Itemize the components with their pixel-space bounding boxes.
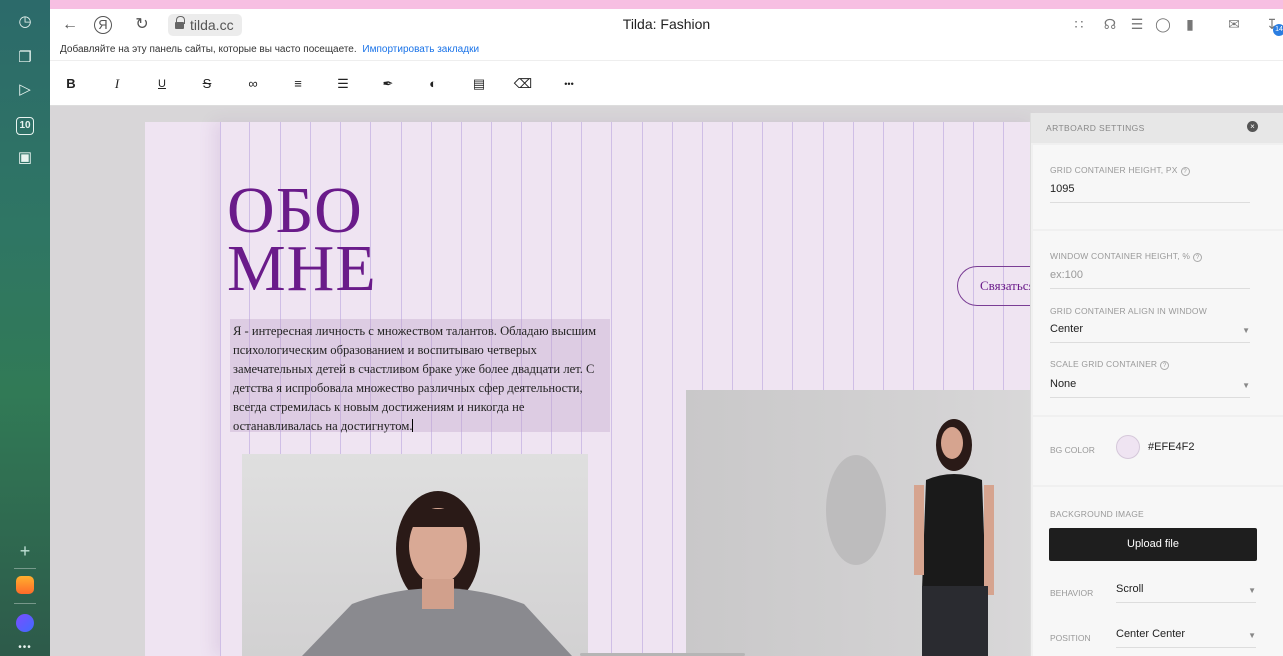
chevron-down-icon: ▼ <box>1242 381 1250 390</box>
mail-app-icon[interactable] <box>16 576 34 594</box>
reload-icon[interactable]: ↻ <box>132 15 152 35</box>
window-settings-section: WINDOW CONTAINER HEIGHT, %? ex:100 GRID … <box>1033 231 1283 415</box>
play-circle-icon[interactable]: ▷ <box>15 80 35 100</box>
bg-color-section: BG COLOR #EFE4F2 <box>1033 417 1283 485</box>
portrait-photo[interactable] <box>242 454 588 656</box>
bg-color-label: BG COLOR <box>1050 445 1095 455</box>
headphones-icon[interactable]: ☊ <box>1101 16 1119 33</box>
chevron-down-icon: ▼ <box>1248 586 1256 595</box>
bg-image-section: BACKGROUND IMAGE Upload file BEHAVIOR Sc… <box>1033 487 1283 656</box>
rail-divider <box>14 603 36 604</box>
position-select[interactable]: Center Center ▼ <box>1116 628 1256 648</box>
upload-file-button[interactable]: Upload file <box>1049 528 1257 561</box>
notifications-icon[interactable]: ✉ <box>1225 16 1243 33</box>
underline-button[interactable]: U <box>151 75 173 93</box>
lock-icon <box>175 16 185 30</box>
bg-color-value[interactable]: #EFE4F2 <box>1148 441 1194 453</box>
bg-image-label: BACKGROUND IMAGE <box>1050 509 1144 519</box>
address-bar[interactable]: tilda.cc <box>168 14 242 36</box>
grid-line <box>220 122 221 656</box>
close-icon[interactable]: × <box>1247 121 1258 132</box>
text-cursor <box>412 419 414 432</box>
link-icon[interactable]: ∞ <box>242 75 264 93</box>
downloads-badge: 14 <box>1273 24 1283 36</box>
grid-height-input[interactable]: 1095 <box>1050 183 1250 203</box>
bookmark-icon[interactable]: ▮ <box>1181 16 1199 33</box>
extensions-icon[interactable]: ∷ <box>1070 16 1088 33</box>
more-dots-icon[interactable]: ••• <box>15 638 35 656</box>
window-frame-top <box>0 0 1283 9</box>
strikethrough-button[interactable]: S <box>196 75 218 93</box>
artboard-settings-panel: ARTBOARD SETTINGS × GRID CONTAINER HEIGH… <box>1030 113 1283 656</box>
help-icon: ? <box>1193 253 1203 262</box>
browser-side-rail: ◷ ❐ ▷ 10 ▣ + ••• <box>0 0 50 656</box>
collections-icon[interactable]: ❐ <box>15 48 35 68</box>
reader-mode-icon[interactable]: ☰ <box>1128 16 1146 33</box>
clear-format-icon[interactable]: ⌫ <box>512 75 534 93</box>
typography-icon[interactable]: ◐ <box>422 75 444 93</box>
yandex-logo-icon[interactable]: Я <box>94 16 112 34</box>
full-length-photo[interactable] <box>686 390 1035 656</box>
artboard[interactable]: ОБО МНЕ Я - интересная личность с множес… <box>145 122 1087 656</box>
tab-counter-icon[interactable]: 10 <box>16 117 34 135</box>
rail-divider <box>14 568 36 569</box>
more-options-button[interactable]: ••• <box>558 75 580 93</box>
grid-line <box>642 122 643 656</box>
behavior-select[interactable]: Scroll ▼ <box>1116 583 1256 603</box>
text-format-toolbar: B I U S ∞ ≡ ☰ ✒ ◐ ▤ ⌫ ••• <box>50 62 1283 106</box>
editor-workspace: ОБО МНЕ Я - интересная личность с множес… <box>50 106 1283 656</box>
window-height-input[interactable]: ex:100 <box>1050 269 1250 289</box>
color-picker-icon[interactable]: ✒ <box>377 75 399 93</box>
help-icon: ? <box>1160 361 1170 370</box>
back-arrow-icon[interactable]: ← <box>60 15 80 35</box>
align-select[interactable]: Center ▼ <box>1050 323 1250 343</box>
panel-title: ARTBOARD SETTINGS <box>1046 123 1145 133</box>
scale-select[interactable]: None ▼ <box>1050 378 1250 398</box>
url-text: tilda.cc <box>190 17 234 33</box>
browser-window: ← Я ↻ tilda.cc Tilda: Fashion ∷ ☊ ☰ ◯ ▮ … <box>50 9 1283 656</box>
help-icon: ? <box>1180 167 1190 176</box>
chevron-down-icon: ▼ <box>1242 326 1250 335</box>
window-height-label: WINDOW CONTAINER HEIGHT, %? <box>1050 251 1203 262</box>
screenshot-icon[interactable]: ▣ <box>15 148 35 168</box>
heading-line-2: МНЕ <box>227 232 377 305</box>
bookmarks-bar: Добавляйте на эту панель сайты, которые … <box>50 41 1283 61</box>
browser-topbar: ← Я ↻ tilda.cc Tilda: Fashion ∷ ☊ ☰ ◯ ▮ … <box>50 9 1283 41</box>
bookmarks-prompt: Добавляйте на эту панель сайты, которые … <box>60 44 357 55</box>
chat-icon[interactable]: ◯ <box>1154 16 1172 33</box>
chevron-down-icon: ▼ <box>1248 631 1256 640</box>
align-label: GRID CONTAINER ALIGN IN WINDOW <box>1050 306 1207 316</box>
position-label: POSITION <box>1050 633 1091 643</box>
bg-color-swatch[interactable] <box>1116 435 1140 459</box>
ordered-list-icon[interactable]: ≡ <box>287 75 309 93</box>
bio-text-block[interactable]: Я - интересная личность с множеством тал… <box>233 322 613 436</box>
grid-height-section: GRID CONTAINER HEIGHT, PX? 1095 <box>1033 145 1283 229</box>
panel-header: ARTBOARD SETTINGS × <box>1031 113 1283 143</box>
add-icon[interactable]: + <box>15 541 35 561</box>
book-icon[interactable]: ▤ <box>468 75 490 93</box>
behavior-label: BEHAVIOR <box>1050 588 1094 598</box>
bold-button[interactable]: B <box>60 75 82 93</box>
grid-height-label: GRID CONTAINER HEIGHT, PX? <box>1050 165 1190 176</box>
alice-assistant-icon[interactable] <box>16 614 34 632</box>
about-heading[interactable]: ОБО МНЕ <box>227 178 377 305</box>
scale-label: SCALE GRID CONTAINER? <box>1050 359 1170 370</box>
history-clock-icon[interactable]: ◷ <box>15 12 35 32</box>
grid-line <box>672 122 673 656</box>
import-bookmarks-link[interactable]: Импортировать закладки <box>362 44 479 55</box>
italic-button[interactable]: I <box>106 75 128 93</box>
bullet-list-icon[interactable]: ☰ <box>332 75 354 93</box>
bio-text: Я - интересная личность с множеством тал… <box>233 324 597 433</box>
